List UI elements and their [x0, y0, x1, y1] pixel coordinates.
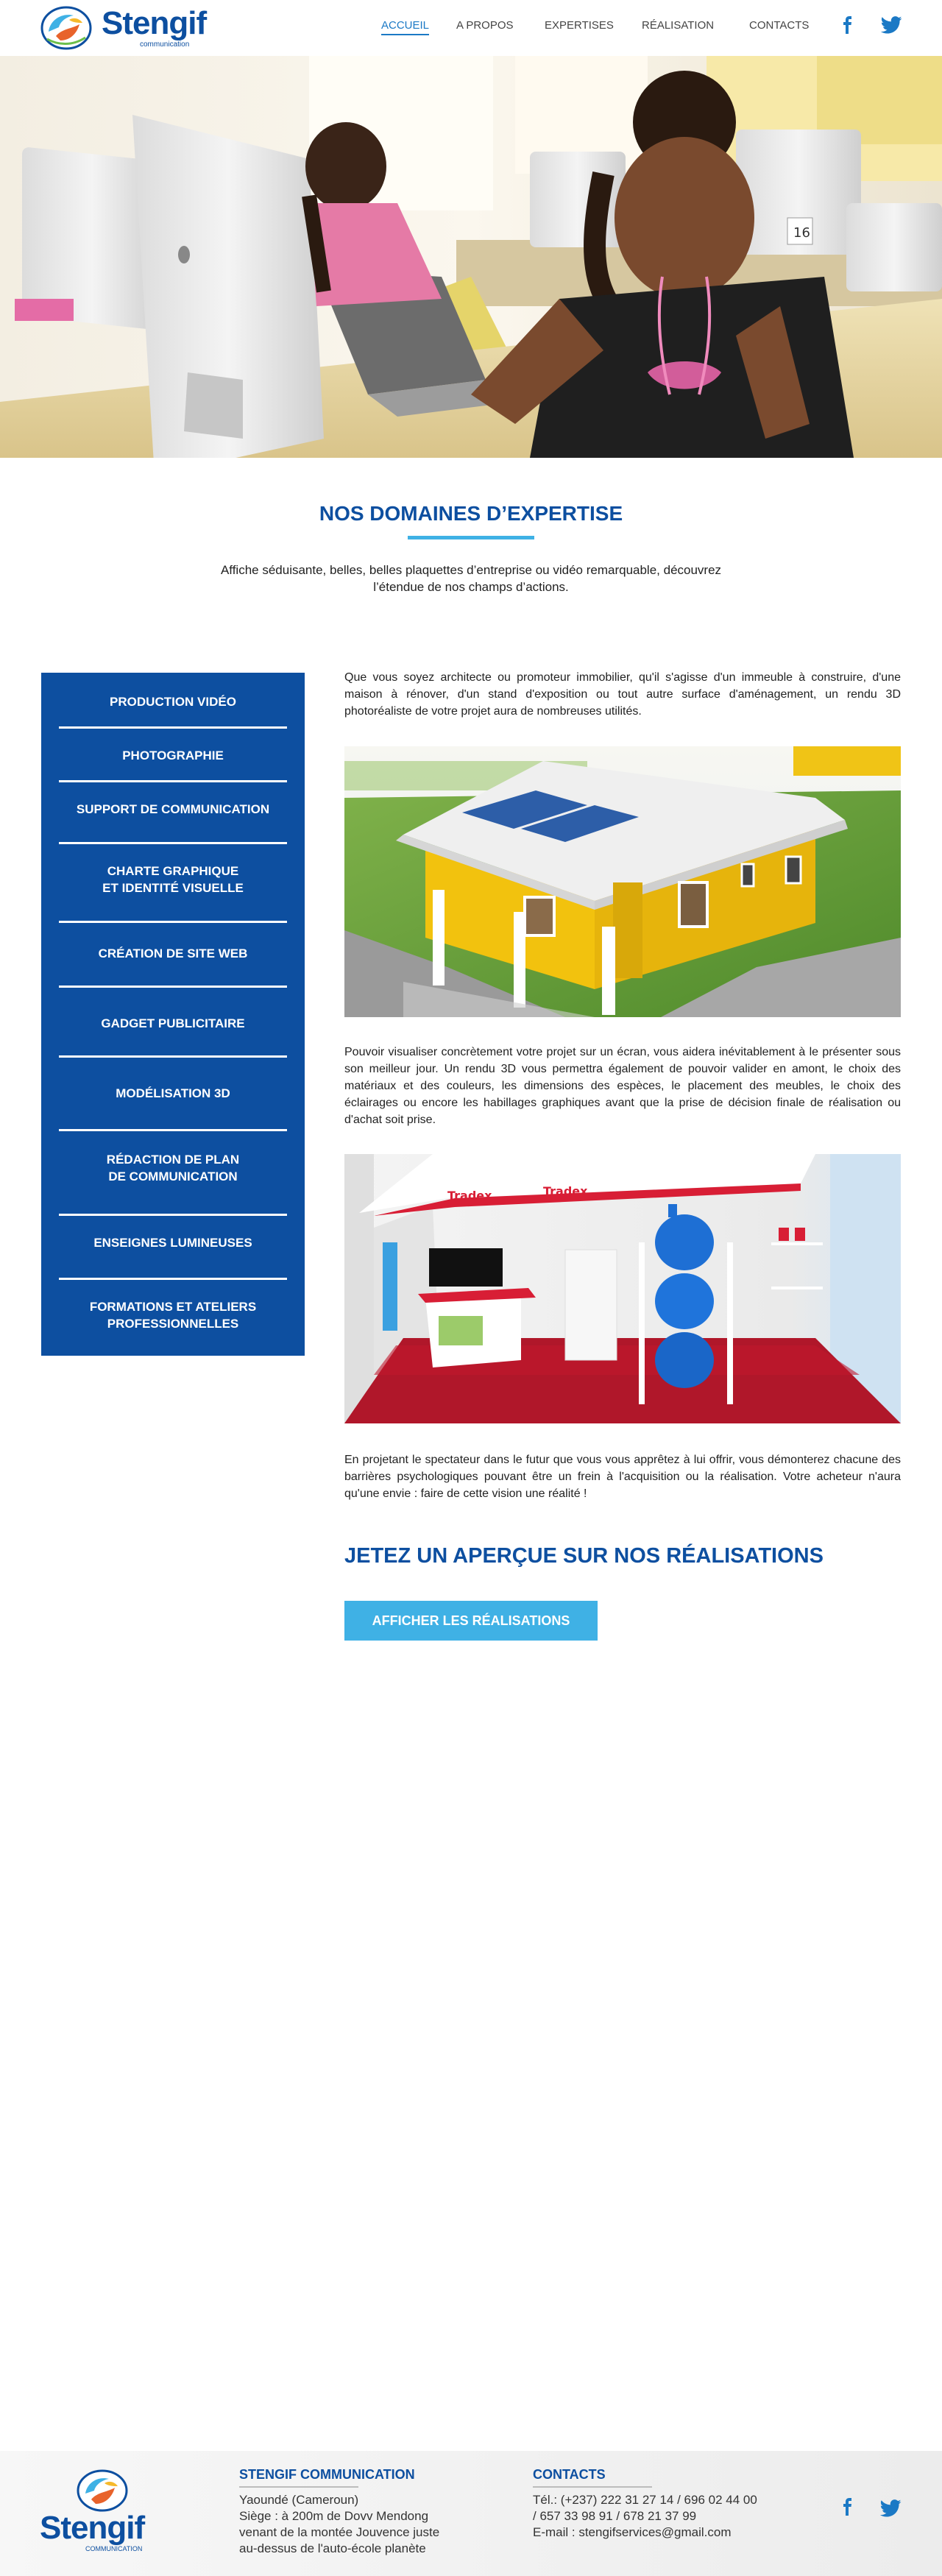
footer-twitter-icon[interactable] [879, 2499, 902, 2517]
house-render-illustration [344, 746, 901, 1017]
logo-wordmark: Stengif [102, 5, 207, 41]
sidebar-item-modelisation-3d[interactable]: MODÉLISATION 3D [41, 1085, 305, 1102]
sidebar-divider [59, 780, 287, 782]
footer-phone-1[interactable]: Tél.: (+237) 222 31 27 14 / 696 02 44 00 [533, 2493, 757, 2507]
hero-image: 16 [0, 56, 942, 458]
stand-render-image: Tradex Tradex [344, 1154, 901, 1423]
logo-mark-icon [40, 6, 92, 50]
nav-accueil[interactable]: ACCUEIL [381, 19, 430, 35]
site-header: Stengif communication ACCUEIL A PROPOS E… [0, 0, 942, 56]
sidebar-divider [59, 921, 287, 923]
realisations-heading: JETEZ UN APERÇUE SUR NOS RÉALISATIONS [344, 1544, 824, 1568]
expertise-sidebar: PRODUCTION VIDÉO PHOTOGRAPHIE SUPPORT DE… [41, 673, 305, 1356]
footer-logo-sub: COMMUNICATION [85, 2545, 143, 2552]
stand-render-illustration: Tradex Tradex [344, 1154, 901, 1423]
sidebar-item-gadget-publicitaire[interactable]: GADGET PUBLICITAIRE [41, 1015, 305, 1032]
sidebar-item-redaction-plan[interactable]: RÉDACTION DE PLAN DE COMMUNICATION [41, 1151, 305, 1185]
sidebar-item-photographie[interactable]: PHOTOGRAPHIE [41, 747, 305, 764]
intro-line-2: l’étendue de nos champs d’actions. [373, 580, 569, 594]
footer-divider [533, 2486, 652, 2488]
sidebar-divider [59, 842, 287, 844]
house-render-image [344, 746, 901, 1017]
facebook-icon[interactable] [839, 16, 857, 34]
brand-logo[interactable]: Stengif communication [40, 4, 221, 51]
content-paragraph-1: Que vous soyez architecte ou promoteur i… [344, 671, 901, 718]
sidebar-divider [59, 1278, 287, 1280]
logo-tagline: communication [140, 40, 190, 49]
sidebar-item-creation-site-web[interactable]: CRÉATION DE SITE WEB [41, 945, 305, 962]
show-realisations-button[interactable]: AFFICHER LES RÉALISATIONS [344, 1601, 598, 1641]
footer-email[interactable]: E-mail : stengifservices@gmail.com [533, 2525, 732, 2539]
sidebar-divider [59, 726, 287, 729]
sidebar-item-enseignes-lumineuses[interactable]: ENSEIGNES LUMINEUSES [41, 1234, 305, 1251]
site-footer: Stengif COMMUNICATION STENGIF COMMUNICAT… [0, 2451, 942, 2576]
footer-facebook-icon[interactable] [839, 2498, 857, 2516]
stand-sign-2: Tradex [543, 1184, 588, 1198]
footer-address: Yaoundé (Cameroun) Siège : à 200m de Dov… [239, 2493, 440, 2555]
footer-contacts-title: CONTACTS [533, 2467, 606, 2482]
expertise-intro: Affiche séduisante, belles, belles plaqu… [206, 562, 736, 595]
svg-text:16: 16 [793, 225, 810, 241]
content-paragraph-2: Pouvoir visualiser concrètement votre pr… [344, 1046, 901, 1126]
sidebar-divider [59, 1129, 287, 1131]
twitter-icon[interactable] [880, 16, 902, 34]
stand-sign-1: Tradex [447, 1189, 492, 1203]
hero-illustration: 16 [0, 56, 942, 458]
sidebar-item-support-communication[interactable]: SUPPORT DE COMMUNICATION [41, 801, 305, 818]
sidebar-divider [59, 1055, 287, 1058]
nav-expertises[interactable]: EXPERTISES [545, 19, 614, 32]
sidebar-item-charte-graphique[interactable]: CHARTE GRAPHIQUE ET IDENTITÉ VISUELLE [41, 863, 305, 896]
sidebar-divider [59, 986, 287, 988]
title-underline [408, 536, 534, 539]
footer-company-title: STENGIF COMMUNICATION [239, 2467, 415, 2482]
intro-line-1: Affiche séduisante, belles, belles plaqu… [220, 563, 722, 577]
content-paragraph-3: En projetant le spectateur dans le futur… [344, 1454, 901, 1500]
sidebar-item-formations-ateliers[interactable]: FORMATIONS ET ATELIERS PROFESSIONNELLES [41, 1298, 305, 1332]
sidebar-divider [59, 1214, 287, 1216]
footer-contacts: Tél.: (+237) 222 31 27 14 / 696 02 44 00… [533, 2492, 757, 2541]
nav-realisation[interactable]: RÉALISATION [642, 19, 714, 32]
nav-a-propos[interactable]: A PROPOS [456, 19, 514, 32]
expertise-title: NOS DOMAINES D’EXPERTISE [319, 502, 623, 525]
footer-logo[interactable]: Stengif COMMUNICATION [40, 2469, 165, 2557]
nav-contacts[interactable]: CONTACTS [749, 19, 809, 32]
footer-divider [239, 2486, 358, 2488]
footer-phone-2[interactable]: / 657 33 98 91 / 678 21 37 99 [533, 2509, 696, 2523]
footer-logo-word: Stengif [40, 2510, 145, 2546]
sidebar-item-production-video[interactable]: PRODUCTION VIDÉO [41, 693, 305, 710]
